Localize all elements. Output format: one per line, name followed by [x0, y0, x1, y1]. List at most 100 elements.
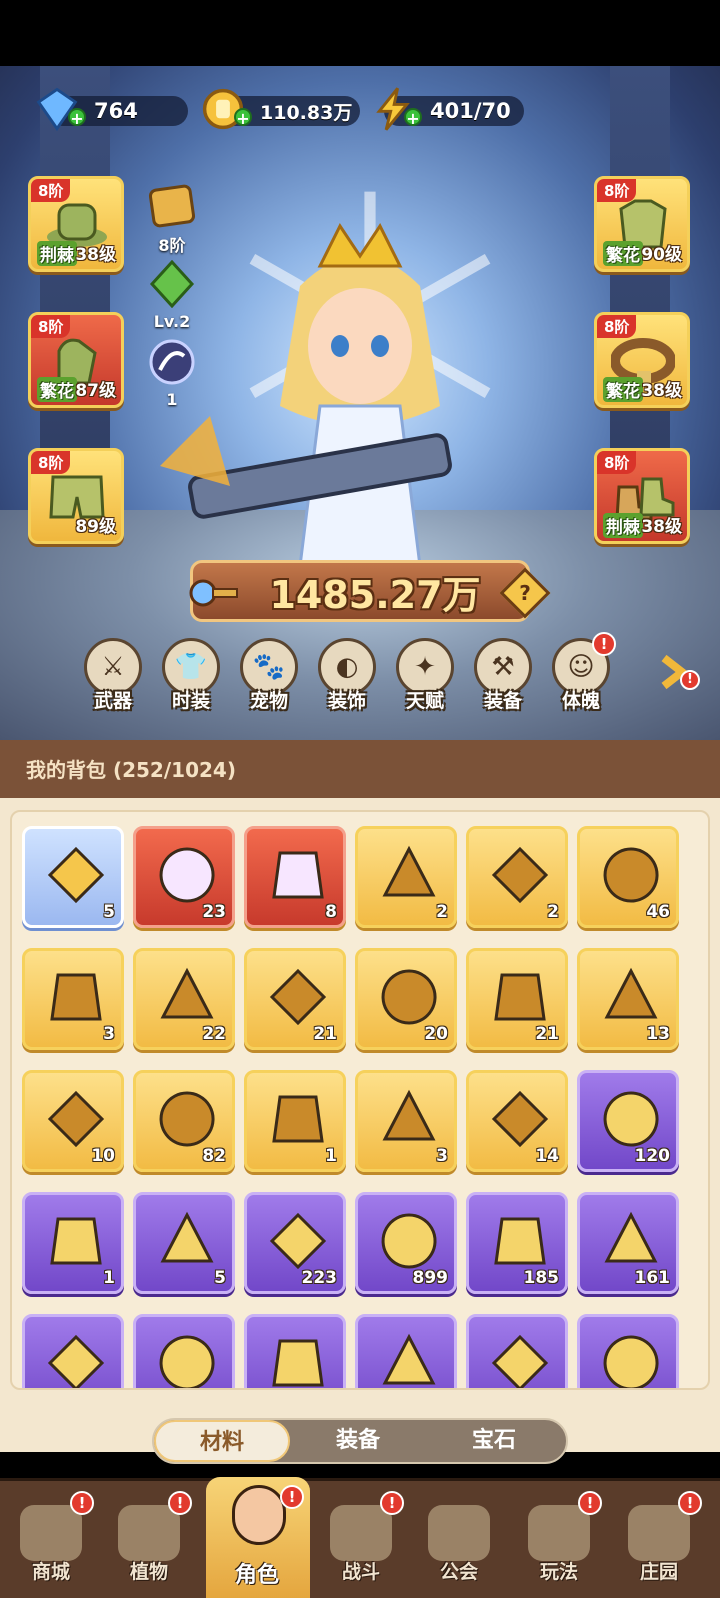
equip-level: 87级: [75, 381, 116, 401]
alert-badge: !: [168, 1491, 192, 1515]
nav-battle[interactable]: 战斗 !: [316, 1491, 406, 1589]
add-gem-button[interactable]: +: [68, 108, 86, 127]
menu-pet[interactable]: 🐾 宠物: [234, 638, 304, 713]
nav-gameplay[interactable]: 玩法 !: [514, 1491, 604, 1589]
tab-materials[interactable]: 材料: [154, 1420, 290, 1462]
gameplay-icon: [528, 1505, 590, 1561]
bag-item-slot[interactable]: 8: [244, 826, 346, 928]
tab-gems[interactable]: 宝石: [426, 1420, 562, 1462]
crystal-star-icon: [159, 847, 215, 903]
equip-slot-armor[interactable]: 8阶 繁花 90级: [594, 176, 690, 272]
alert-badge: !: [280, 1485, 304, 1509]
bag-item-slot[interactable]: 14: [466, 1070, 568, 1172]
bag-item-count: 8: [325, 902, 337, 922]
equip-level: 38级: [641, 381, 682, 401]
menu-weapon[interactable]: ⚔ 武器: [78, 638, 148, 713]
menu-equipment[interactable]: ⚒ 装备: [468, 638, 538, 713]
sprayer-icon: [47, 1090, 105, 1148]
menu-decoration[interactable]: ◐ 装饰: [312, 638, 382, 713]
knot-icon: [491, 1090, 549, 1148]
skill-badge-count: 1: [166, 390, 178, 409]
tab-equipment[interactable]: 装备: [290, 1420, 426, 1462]
lily-icon: [382, 1089, 436, 1141]
help-icon: ?: [519, 581, 531, 605]
bag-item-count: 46: [646, 902, 670, 922]
bag-item-count: 2: [436, 902, 448, 922]
menu-more-arrow[interactable]: !: [654, 652, 700, 692]
bag-item-slot[interactable]: 1: [22, 1192, 124, 1294]
menu-talent-label: 天赋: [405, 690, 444, 712]
bag-item-count: 21: [313, 1024, 337, 1044]
nav-guild[interactable]: 公会: [414, 1499, 504, 1589]
bag-item-slot[interactable]: 20: [355, 948, 457, 1050]
bag-item-slot[interactable]: 23: [133, 826, 235, 928]
bag-item-slot[interactable]: 1: [244, 1070, 346, 1172]
bag-item-slot[interactable]: 120: [577, 1070, 679, 1172]
bag-item-slot[interactable]: 161: [577, 1192, 679, 1294]
equip-slot-hat[interactable]: 8阶 荆棘 38级: [28, 176, 124, 272]
bag-item-slot[interactable]: 185: [466, 1192, 568, 1294]
menu-physique[interactable]: ☺ 体魄 !: [546, 632, 616, 713]
menu-decoration-label: 装饰: [327, 690, 366, 712]
bag-item-slot[interactable]: 82: [133, 1070, 235, 1172]
bag-item-slot[interactable]: [244, 1314, 346, 1388]
add-coin-button[interactable]: +: [234, 108, 252, 127]
bag-item-slot[interactable]: 10: [22, 1070, 124, 1172]
bag-item-slot[interactable]: 3: [22, 948, 124, 1050]
skill-badge[interactable]: 1: [140, 338, 204, 409]
bag-item-slot[interactable]: 21: [466, 948, 568, 1050]
equip-slot-boots[interactable]: 8阶 荆棘 38级: [594, 448, 690, 544]
tier-badge[interactable]: 8阶: [140, 184, 204, 256]
bag-panel: 5 23 8 2 2 46 3 22 21 20 21 13 10 82 1 3 14 120 1 5 223 899 18…: [0, 798, 720, 1452]
gem-resource[interactable]: + 764: [36, 87, 188, 132]
menu-talent[interactable]: ✦ 天赋: [390, 638, 460, 713]
bag-item-slot[interactable]: [466, 1314, 568, 1388]
nav-manor[interactable]: 庄园 !: [614, 1491, 704, 1589]
character-menu: ⚔ 武器 👕 时装 🐾 宠物 ◐ 装饰 ✦ 天赋 ⚒ 装备 ☺ 体魄 ! !: [0, 630, 720, 730]
scroll-blue-icon: [604, 1211, 658, 1263]
bag-item-slot[interactable]: 21: [244, 948, 346, 1050]
equip-set-tag: 繁花: [603, 241, 643, 266]
bag-item-count: 10: [91, 1146, 115, 1166]
bag-item-slot[interactable]: 223: [244, 1192, 346, 1294]
prism-icon: [603, 847, 659, 903]
skill-orb-icon: [149, 339, 195, 385]
equip-slot-gloves[interactable]: 8阶 繁花 87级: [28, 312, 124, 408]
bag-item-slot[interactable]: 5: [133, 1192, 235, 1294]
nav-character-label: 角色: [234, 1563, 279, 1588]
bag-item-count: 120: [634, 1146, 671, 1166]
level-badge[interactable]: Lv.2: [140, 259, 204, 331]
character-avatar-icon: [232, 1485, 286, 1545]
equip-slot-belt[interactable]: 8阶 繁花 38级: [594, 312, 690, 408]
bag-item-slot[interactable]: [133, 1314, 235, 1388]
bag-item-slot[interactable]: 2: [355, 826, 457, 928]
energy-resource[interactable]: + 401/70: [376, 87, 524, 131]
bag-item-slot[interactable]: [577, 1314, 679, 1388]
combat-power-banner: 1485.27万 ?: [189, 560, 551, 622]
power-key-icon: [189, 579, 238, 607]
bag-item-slot[interactable]: 22: [133, 948, 235, 1050]
manor-icon: [628, 1505, 690, 1561]
add-energy-button[interactable]: +: [404, 108, 422, 127]
bag-item-slot[interactable]: 899: [355, 1192, 457, 1294]
bag-item-slot[interactable]: [22, 1314, 124, 1388]
nav-character[interactable]: 角色 !: [206, 1477, 310, 1598]
bag-item-slot[interactable]: 46: [577, 826, 679, 928]
menu-outfit-label: 时装: [171, 690, 210, 712]
shop-icon: [20, 1505, 82, 1561]
bag-item-count: 161: [634, 1268, 671, 1288]
bag-item-slot[interactable]: 3: [355, 1070, 457, 1172]
energy-count: 401/70: [430, 99, 511, 123]
menu-outfit[interactable]: 👕 时装: [156, 638, 226, 713]
bag-item-slot[interactable]: 2: [466, 826, 568, 928]
coin-resource[interactable]: + 110.83万: [202, 88, 360, 130]
nav-plants[interactable]: 植物 !: [104, 1491, 194, 1589]
bag-item-count: 223: [301, 1268, 338, 1288]
purple-flower-icon: [491, 1334, 549, 1388]
bag-grid: 5 23 8 2 2 46 3 22 21 20 21 13 10 82 1 3 14 120 1 5 223 899 18…: [10, 810, 710, 1390]
nav-shop[interactable]: 商城 !: [6, 1491, 96, 1589]
bag-item-slot[interactable]: [355, 1314, 457, 1388]
bag-item-slot[interactable]: 5: [22, 826, 124, 928]
equip-slot-pants[interactable]: 8阶 89级: [28, 448, 124, 544]
bag-item-slot[interactable]: 13: [577, 948, 679, 1050]
